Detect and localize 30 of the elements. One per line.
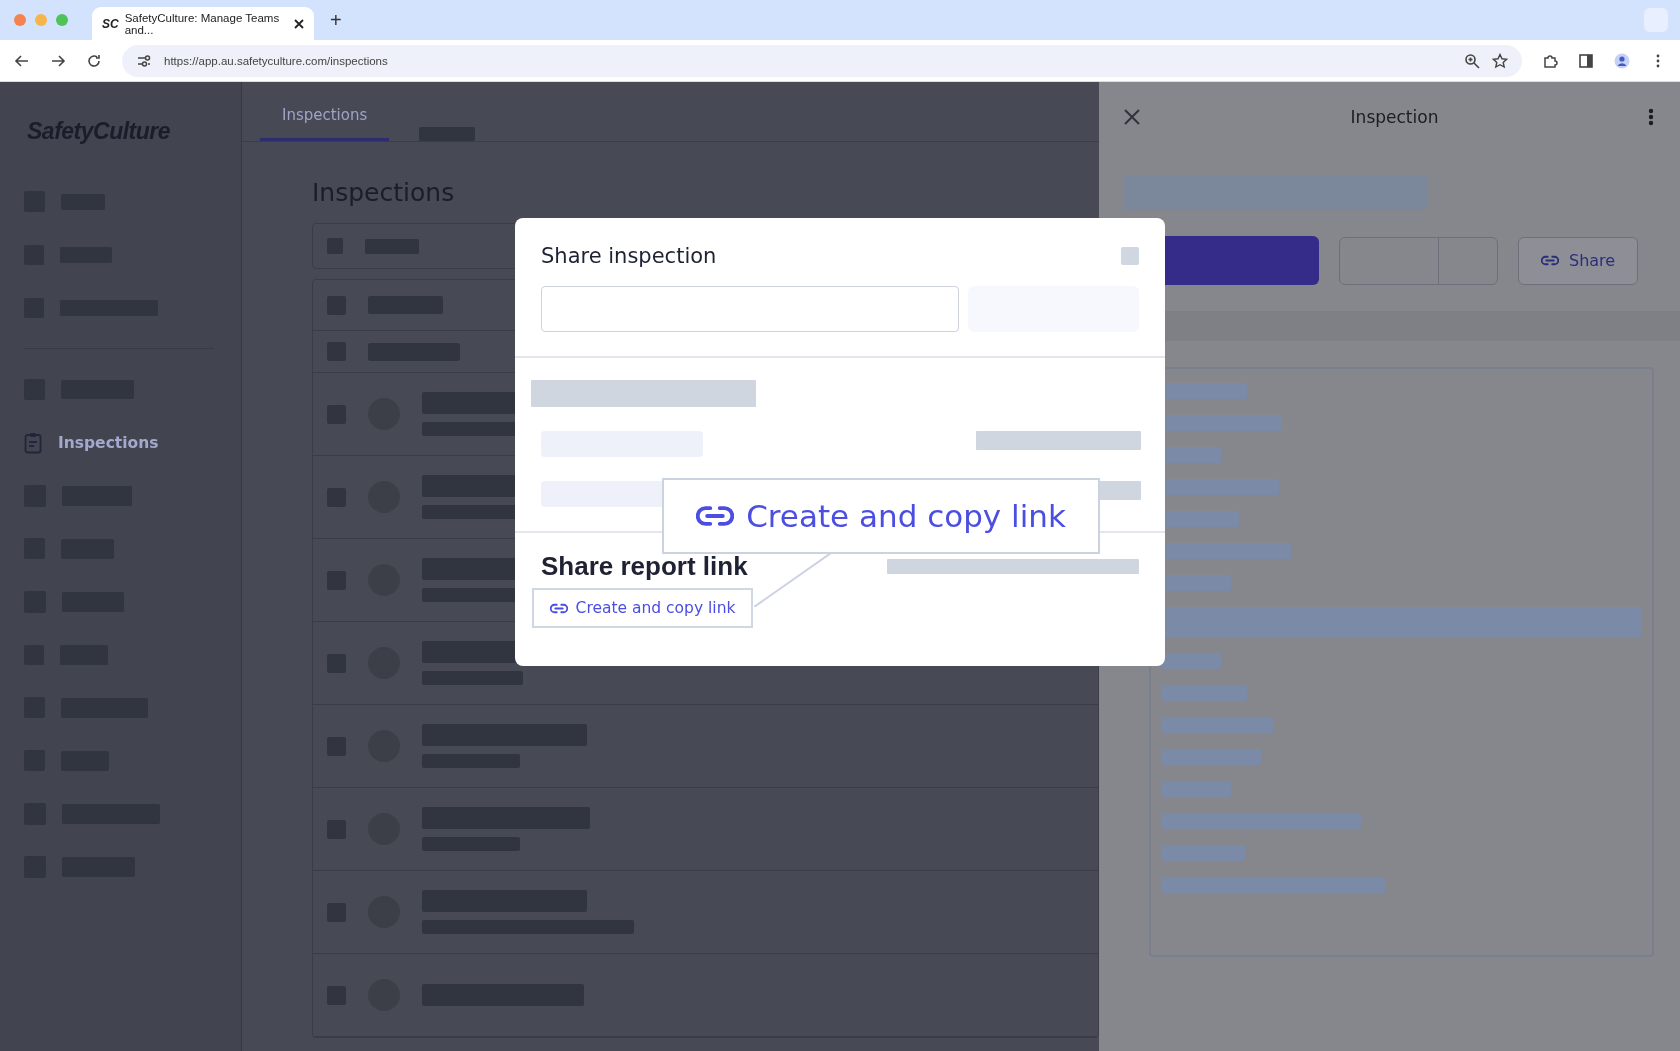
puzzle-icon[interactable] <box>1542 52 1558 69</box>
share-button[interactable]: Share <box>1518 236 1639 285</box>
close-icon[interactable] <box>294 18 304 29</box>
back-icon[interactable] <box>14 52 30 69</box>
site-settings-icon[interactable] <box>136 52 152 69</box>
browser-tab[interactable]: SC SafetyCulture: Manage Teams and... <box>92 7 314 40</box>
redacted-bar <box>1161 653 1221 669</box>
star-icon[interactable] <box>1492 52 1508 69</box>
reload-icon[interactable] <box>86 52 102 69</box>
forward-icon[interactable] <box>50 52 66 69</box>
address-bar[interactable]: https://app.au.safetyculture.com/inspections <box>122 44 1522 77</box>
zoom-icon[interactable] <box>1464 52 1480 69</box>
profile-icon[interactable] <box>1614 52 1630 69</box>
site-logo-icon: SC <box>102 16 119 31</box>
sidebar-icon[interactable] <box>1578 52 1594 69</box>
panel-title: Inspection <box>1349 107 1440 127</box>
sidebar-item[interactable]: Inspections <box>24 416 241 469</box>
redacted-bar <box>1161 781 1231 797</box>
new-tab-button[interactable]: + <box>330 8 342 32</box>
callout-label: Create and copy link <box>746 498 1066 534</box>
inspections-tab[interactable]: Inspections <box>260 106 390 141</box>
input-field[interactable] <box>541 286 959 332</box>
more-icon[interactable] <box>1648 108 1654 126</box>
create-link-button[interactable]: Create and copy link <box>532 588 753 628</box>
clipboard-icon <box>24 431 42 454</box>
link-icon <box>549 602 568 614</box>
section-title: Share report link <box>541 551 748 582</box>
link-icon <box>1541 255 1559 266</box>
dialog-title: Share inspection <box>541 244 717 268</box>
link-icon <box>696 505 735 527</box>
